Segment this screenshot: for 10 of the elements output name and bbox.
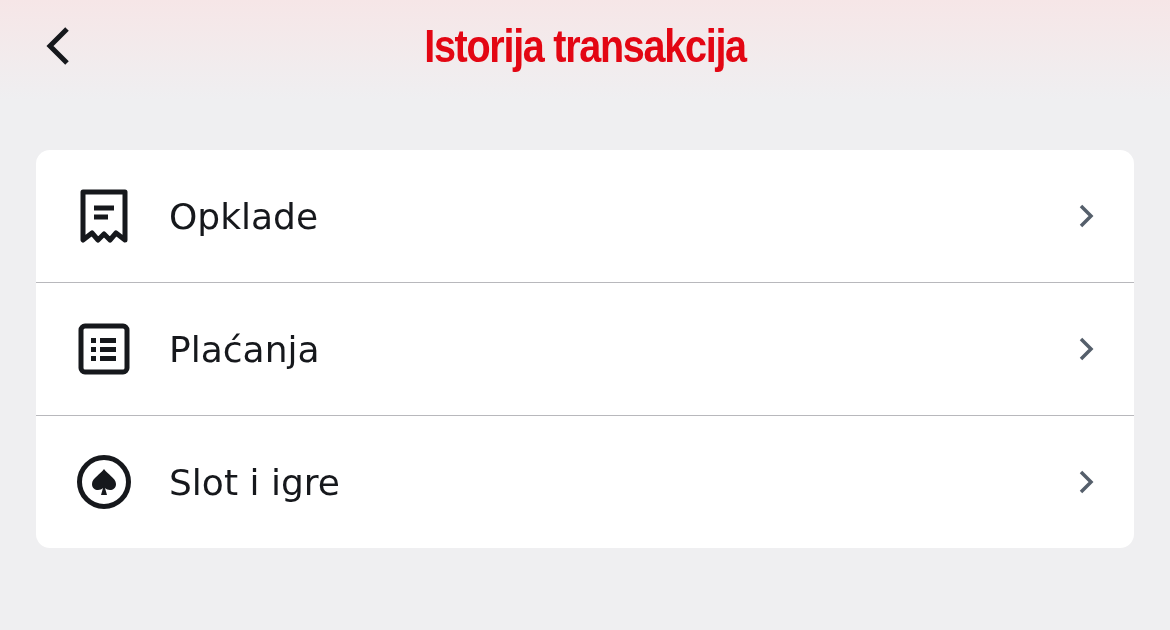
page-title: Istorija transakcija bbox=[424, 19, 746, 73]
chevron-icon bbox=[1078, 203, 1094, 229]
menu-item[interactable]: Opklade bbox=[36, 150, 1134, 282]
chevron-icon bbox=[1078, 469, 1094, 495]
receipt-icon bbox=[78, 188, 130, 244]
list-icon bbox=[78, 323, 130, 375]
menu-item[interactable]: Plaćanja bbox=[36, 282, 1134, 415]
chevron-icon bbox=[1078, 336, 1094, 362]
menu-item[interactable]: Slot i igre bbox=[36, 415, 1134, 548]
spade-icon bbox=[76, 454, 132, 510]
